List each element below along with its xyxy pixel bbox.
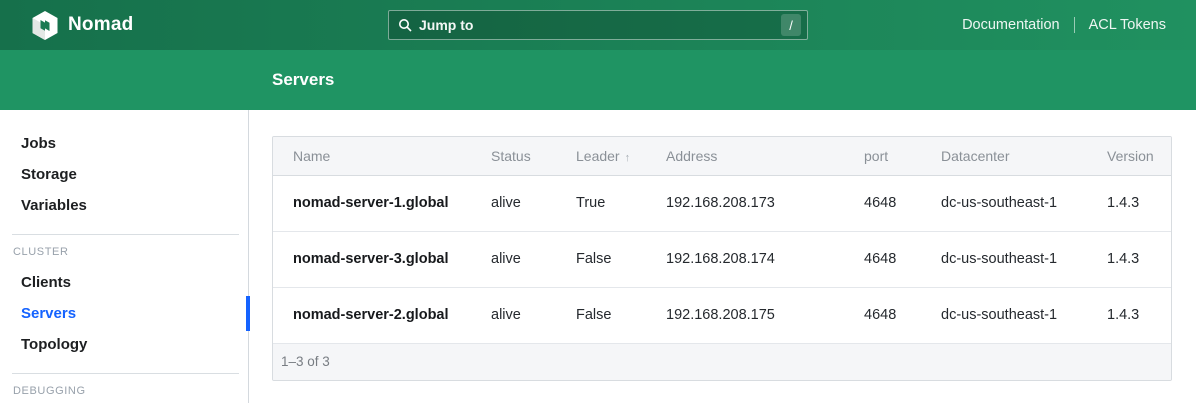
column-header-datacenter[interactable]: Datacenter (921, 137, 1087, 175)
cell-name: nomad-server-1.global (273, 175, 471, 231)
cell-address: 192.168.208.175 (646, 287, 844, 343)
page-title: Servers (272, 70, 334, 90)
column-label: port (864, 148, 888, 164)
cell-address: 192.168.208.173 (646, 175, 844, 231)
cell-name: nomad-server-2.global (273, 287, 471, 343)
sidebar-menu-cluster: Clients Servers Topology (0, 267, 248, 360)
navbar-links: Documentation ACL Tokens (962, 17, 1166, 33)
column-header-name[interactable]: Name (273, 137, 471, 175)
documentation-link[interactable]: Documentation (962, 17, 1060, 33)
column-label: Status (491, 148, 531, 164)
cell-datacenter: dc-us-southeast-1 (921, 231, 1087, 287)
sidebar-item-clients[interactable]: Clients (0, 267, 248, 298)
cell-leader: False (556, 231, 646, 287)
cell-name: nomad-server-3.global (273, 231, 471, 287)
servers-table: Name Status Leader ↑ Address port Datacen… (273, 137, 1171, 344)
nomad-brand-link[interactable]: Nomad (30, 10, 133, 40)
table-header-row: Name Status Leader ↑ Address port Datacen… (273, 137, 1171, 175)
sidebar-item-servers[interactable]: Servers (0, 298, 248, 329)
column-label: Address (666, 148, 717, 164)
sidebar-section-debugging: DEBUGGING (0, 385, 248, 397)
cell-version: 1.4.3 (1087, 231, 1171, 287)
cell-status: alive (471, 231, 556, 287)
slash-shortcut-hint: / (781, 14, 801, 36)
cell-datacenter: dc-us-southeast-1 (921, 175, 1087, 231)
column-header-leader[interactable]: Leader ↑ (556, 137, 646, 175)
sidebar-section-cluster: CLUSTER (0, 246, 248, 258)
column-header-address[interactable]: Address (646, 137, 844, 175)
column-label: Leader (576, 148, 620, 164)
server-row[interactable]: nomad-server-2.global alive False 192.16… (273, 287, 1171, 343)
sidebar-item-jobs[interactable]: Jobs (0, 128, 248, 159)
server-row[interactable]: nomad-server-3.global alive False 192.16… (273, 231, 1171, 287)
cell-status: alive (471, 175, 556, 231)
server-row[interactable]: nomad-server-1.global alive True 192.168… (273, 175, 1171, 231)
cell-address: 192.168.208.174 (646, 231, 844, 287)
cell-datacenter: dc-us-southeast-1 (921, 287, 1087, 343)
sidebar-divider (12, 373, 239, 374)
column-label: Version (1107, 148, 1154, 164)
cell-leader: False (556, 287, 646, 343)
column-header-status[interactable]: Status (471, 137, 556, 175)
nomad-logo-icon (30, 10, 60, 40)
sidebar: Jobs Storage Variables CLUSTER Clients S… (0, 110, 249, 403)
sidebar-item-label: Servers (21, 305, 76, 322)
cell-port: 4648 (844, 287, 921, 343)
column-label: Datacenter (941, 148, 1009, 164)
search-icon (398, 18, 412, 32)
main-content: Name Status Leader ↑ Address port Datacen… (249, 110, 1196, 403)
sidebar-menu-main: Jobs Storage Variables (0, 128, 248, 221)
cell-leader: True (556, 175, 646, 231)
cell-port: 4648 (844, 231, 921, 287)
cell-port: 4648 (844, 175, 921, 231)
pagination-status: 1–3 of 3 (273, 344, 1171, 380)
active-indicator-bar (246, 296, 250, 331)
cell-status: alive (471, 287, 556, 343)
acl-tokens-link[interactable]: ACL Tokens (1089, 17, 1166, 33)
brand-title: Nomad (68, 14, 133, 36)
sidebar-item-storage[interactable]: Storage (0, 159, 248, 190)
sidebar-item-variables[interactable]: Variables (0, 190, 248, 221)
column-label: Name (293, 148, 330, 164)
page-subheader: Servers (0, 50, 1196, 110)
search-input[interactable] (419, 17, 781, 33)
sidebar-divider (12, 234, 239, 235)
nav-divider (1074, 17, 1075, 33)
servers-table-card: Name Status Leader ↑ Address port Datacen… (272, 136, 1172, 381)
cell-version: 1.4.3 (1087, 287, 1171, 343)
top-navbar: Nomad / Documentation ACL Tokens (0, 0, 1196, 50)
sidebar-item-topology[interactable]: Topology (0, 329, 248, 360)
jump-to-search[interactable]: / (388, 10, 808, 40)
cell-version: 1.4.3 (1087, 175, 1171, 231)
column-header-port[interactable]: port (844, 137, 921, 175)
sort-asc-icon: ↑ (625, 152, 631, 164)
column-header-version[interactable]: Version (1087, 137, 1171, 175)
